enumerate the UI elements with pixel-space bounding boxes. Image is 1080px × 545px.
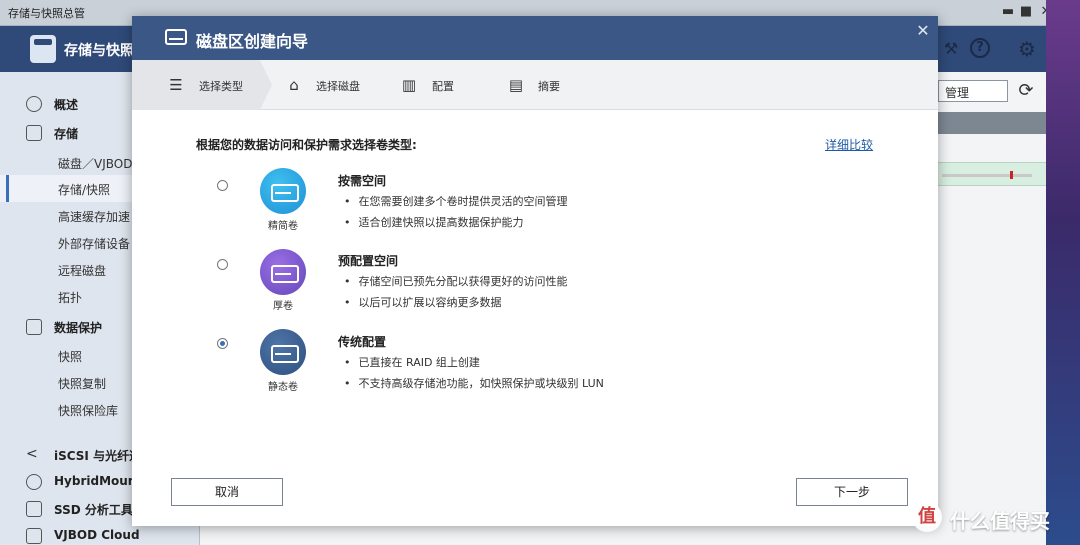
option-title: 预配置空间 bbox=[338, 254, 399, 268]
disk-icon: ⌂ bbox=[289, 76, 299, 94]
thin-volume-radio[interactable] bbox=[217, 180, 228, 191]
share-icon: < bbox=[26, 446, 38, 462]
sidebar-item-label: iSCSI 与光纤通 bbox=[54, 449, 142, 463]
gauge-icon bbox=[26, 96, 42, 112]
shield-icon bbox=[26, 319, 42, 335]
watermark-logo: 值 bbox=[912, 502, 942, 532]
static-volume-label: 静态卷 bbox=[268, 382, 298, 393]
option-bullet: 不支持高级存储池功能，如快照保护或块级别 LUN bbox=[344, 375, 604, 391]
manage-button[interactable]: 管理 bbox=[938, 80, 1008, 102]
sidebar-item-label: 磁盘／VJBOD bbox=[58, 157, 133, 171]
cloud-icon bbox=[26, 528, 42, 544]
option-static-volume[interactable]: 静态卷 传统配置 已直接在 RAID 组上创建 不支持高级存储池功能，如快照保护… bbox=[132, 328, 938, 408]
option-thin-volume[interactable]: 精简卷 按需空间 在您需要创建多个卷时提供灵活的空间管理 适合创建快照以提高数据… bbox=[132, 166, 938, 246]
user-settings-icon[interactable]: ⚒ bbox=[940, 38, 962, 60]
sidebar-item-label: 快照 bbox=[58, 350, 83, 364]
option-thick-volume[interactable]: 厚卷 预配置空间 存储空间已预先分配以获得更好的访问性能 以后可以扩展以容纳更多… bbox=[132, 247, 938, 327]
refresh-icon[interactable]: ⟳ bbox=[1014, 80, 1038, 104]
wizard-title: 磁盘区创建向导 bbox=[196, 32, 309, 51]
sidebar-item-label: 数据保护 bbox=[54, 321, 103, 335]
sidebar-item-label: 拓扑 bbox=[58, 291, 83, 305]
table-header bbox=[938, 112, 1046, 134]
sidebar-item-label: 概述 bbox=[54, 98, 79, 112]
close-icon[interactable]: ✕ bbox=[914, 22, 932, 40]
static-volume-radio[interactable] bbox=[217, 338, 228, 349]
option-bullet: 在您需要创建多个卷时提供灵活的空间管理 bbox=[344, 193, 568, 209]
sidebar-item-label: HybridMount bbox=[54, 474, 143, 488]
table-row[interactable] bbox=[938, 162, 1046, 186]
sidebar-item-label: 快照复制 bbox=[58, 377, 107, 391]
detailed-comparison-link[interactable]: 详细比较 bbox=[825, 136, 873, 153]
step-select-disk: ⌂ 选择磁盘 bbox=[272, 60, 392, 110]
wizard-steps: ☰ 选择类型 ⌂ 选择磁盘 ▥ 配置 ▤ 摘要 bbox=[132, 60, 938, 110]
step-label: 配置 bbox=[432, 80, 454, 93]
desktop-background bbox=[1046, 0, 1080, 545]
sidebar-item-label: VJBOD Cloud bbox=[54, 528, 140, 542]
next-button[interactable]: 下一步 bbox=[796, 478, 908, 506]
sidebar-item-label: SSD 分析工具 bbox=[54, 503, 133, 517]
storage-app-icon bbox=[30, 35, 56, 63]
thick-volume-label: 厚卷 bbox=[273, 301, 293, 312]
sidebar-item-label: 远程磁盘 bbox=[58, 264, 107, 278]
maximize-icon[interactable]: ■ bbox=[1018, 4, 1034, 20]
step-label: 选择类型 bbox=[199, 80, 243, 93]
wizard-header: 磁盘区创建向导 ✕ bbox=[132, 16, 938, 60]
watermark-text: 什么值得买 bbox=[950, 509, 1050, 533]
database-icon bbox=[26, 125, 42, 141]
thin-volume-icon bbox=[260, 168, 306, 214]
static-volume-icon bbox=[260, 329, 306, 375]
option-bullet: 适合创建快照以提高数据保护能力 bbox=[344, 214, 524, 230]
step-configure: ▥ 配置 bbox=[392, 60, 502, 110]
option-title: 传统配置 bbox=[338, 335, 387, 349]
cloud-mount-icon bbox=[26, 474, 42, 490]
option-bullet: 以后可以扩展以容纳更多数据 bbox=[344, 294, 502, 310]
thin-volume-label: 精简卷 bbox=[268, 221, 298, 232]
disk-icon bbox=[165, 29, 187, 45]
site-watermark: 值 什么值得买 bbox=[912, 500, 1080, 540]
ssd-icon bbox=[26, 501, 42, 517]
settings-gear-icon[interactable]: ⚙ bbox=[1016, 38, 1038, 60]
sidebar-item-label: 快照保险库 bbox=[58, 404, 119, 418]
step-label: 选择磁盘 bbox=[316, 80, 360, 93]
option-bullet: 存储空间已预先分配以获得更好的访问性能 bbox=[344, 273, 568, 289]
summary-icon: ▤ bbox=[508, 76, 524, 94]
step-label: 摘要 bbox=[538, 80, 560, 93]
usage-bar bbox=[942, 174, 1032, 177]
app-title: 存储与快照 bbox=[64, 43, 134, 59]
option-title: 按需空间 bbox=[338, 174, 387, 188]
option-bullet: 已直接在 RAID 组上创建 bbox=[344, 354, 480, 370]
thick-volume-icon bbox=[260, 249, 306, 295]
minimize-icon[interactable]: ▬ bbox=[1000, 4, 1016, 20]
sidebar-item-label: 外部存储设备 bbox=[58, 237, 131, 251]
usage-marker bbox=[1010, 171, 1013, 179]
sidebar-item-label: 高速缓存加速 bbox=[58, 210, 131, 224]
step-select-type: ☰ 选择类型 bbox=[132, 60, 272, 110]
config-icon: ▥ bbox=[401, 76, 417, 94]
help-icon[interactable]: ? bbox=[970, 38, 990, 58]
sidebar-item-label: 存储/快照 bbox=[58, 183, 111, 197]
volume-type-prompt: 根据您的数据访问和保护需求选择卷类型: bbox=[196, 138, 417, 152]
cancel-button[interactable]: 取消 bbox=[171, 478, 283, 506]
window-title: 存储与快照总管 bbox=[8, 7, 85, 20]
thick-volume-radio[interactable] bbox=[217, 259, 228, 270]
step-summary: ▤ 摘要 bbox=[500, 60, 610, 110]
list-icon: ☰ bbox=[169, 76, 183, 94]
volume-creation-wizard: 磁盘区创建向导 ✕ ☰ 选择类型 ⌂ 选择磁盘 ▥ 配置 ▤ 摘要 根据您的数据… bbox=[132, 16, 938, 526]
sidebar-item-label: 存储 bbox=[54, 127, 79, 141]
